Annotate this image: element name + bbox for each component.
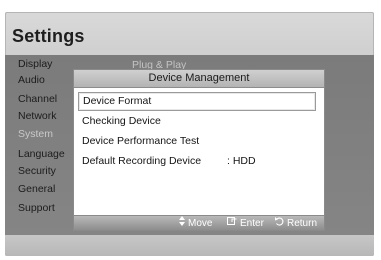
sidebar-item-system[interactable]: System [18, 128, 53, 140]
dialog-item-label: Device Format [83, 95, 152, 107]
move-hint: Move [179, 216, 212, 231]
sidebar-item-general[interactable]: General [18, 183, 55, 195]
enter-label: Enter [240, 218, 264, 229]
sidebar-item-security[interactable]: Security [18, 165, 56, 177]
return-label: Return [287, 218, 318, 229]
dialog-item-default-recording-device[interactable]: Default Recording Device : HDD [82, 153, 318, 170]
dialog-title: Device Management [74, 70, 324, 88]
recording-device-value: : HDD [227, 155, 256, 167]
sidebar-item-network[interactable]: Network [18, 110, 57, 122]
dialog-item-label: Checking Device [82, 115, 161, 127]
sidebar-item-display[interactable]: Display [18, 58, 52, 70]
bottom-strip [5, 235, 374, 256]
tv-screen: Settings Display Audio Channel Network S… [5, 12, 374, 256]
dialog-item-checking-device[interactable]: Checking Device [82, 113, 161, 130]
enter-hint: Enter [227, 216, 264, 231]
sidebar-item-language[interactable]: Language [18, 148, 65, 160]
dialog-item-device-format[interactable]: Device Format [78, 92, 316, 111]
sidebar-item-audio[interactable]: Audio [18, 74, 45, 86]
return-icon [274, 216, 284, 231]
sidebar-item-support[interactable]: Support [18, 202, 55, 214]
sidebar-item-channel[interactable]: Channel [18, 93, 57, 105]
dialog-footer: Move Enter Return [74, 215, 324, 230]
page-title: Settings [12, 26, 85, 46]
dialog-item-label: Default Recording Device [82, 155, 202, 167]
dialog-item-device-performance-test[interactable]: Device Performance Test [82, 133, 199, 150]
device-management-dialog: Device Management Device Format Checking… [73, 69, 325, 231]
up-down-arrows-icon [179, 216, 185, 231]
return-hint: Return [274, 216, 317, 231]
dialog-item-label: Device Performance Test [82, 135, 200, 147]
move-label: Move [188, 218, 213, 229]
enter-icon [227, 216, 237, 231]
